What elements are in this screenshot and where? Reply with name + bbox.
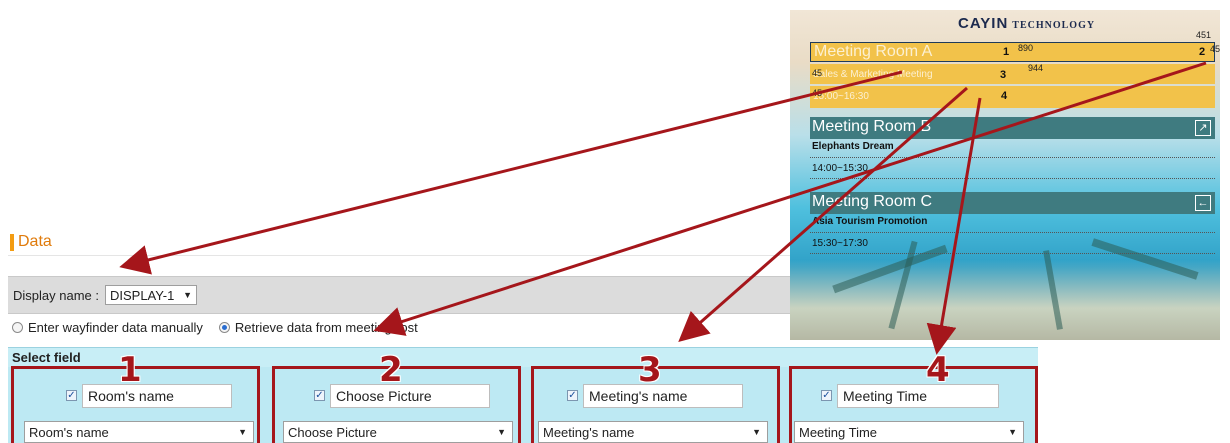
column-number: 1 bbox=[118, 350, 142, 390]
column-number: 3 bbox=[638, 350, 662, 390]
room-b-time: 14:00~15:30 bbox=[812, 163, 868, 174]
room-b-meeting: Elephants Dream bbox=[812, 141, 894, 152]
field-column-meeting-name: 3 ✓ Meeting's name Meeting's name ▼ bbox=[531, 353, 780, 443]
arrow-up-right-icon: ↗ bbox=[1195, 120, 1211, 136]
room-name-checkbox[interactable]: ✓ bbox=[66, 390, 77, 401]
meeting-time-checkbox[interactable]: ✓ bbox=[821, 390, 832, 401]
brand-main: CAYIN bbox=[958, 15, 1009, 32]
marker-3: 3 bbox=[1000, 69, 1007, 81]
dotted-divider bbox=[810, 178, 1215, 179]
chevron-down-icon: ▼ bbox=[238, 427, 247, 437]
beach-background bbox=[790, 260, 1220, 340]
meeting-time-label-box: Meeting Time bbox=[837, 384, 999, 408]
choose-picture-dropdown-value: Choose Picture bbox=[288, 424, 377, 440]
dim-right: 45 bbox=[1210, 44, 1220, 54]
chevron-down-icon: ▼ bbox=[497, 427, 506, 437]
dim-height-2: 45 bbox=[812, 88, 823, 98]
chevron-down-icon: ▼ bbox=[1008, 427, 1017, 437]
display-name-select[interactable]: DISPLAY-1 ▼ bbox=[104, 285, 197, 305]
radio-button-manual[interactable] bbox=[12, 322, 23, 333]
field-column-choose-picture: 2 ✓ Choose Picture Choose Picture ▼ bbox=[272, 353, 521, 443]
data-source-radios: Enter wayfinder data manually Retrieve d… bbox=[12, 320, 434, 335]
marker-2: 2 bbox=[1199, 46, 1206, 58]
dotted-divider bbox=[810, 157, 1215, 158]
select-field-title: Select field bbox=[12, 350, 81, 365]
section-heading: Data bbox=[10, 232, 52, 252]
arrow-room-name bbox=[119, 70, 903, 275]
dotted-divider bbox=[810, 232, 1215, 233]
choose-picture-checkbox[interactable]: ✓ bbox=[314, 390, 325, 401]
room-a-name: Meeting Room A bbox=[814, 43, 933, 60]
room-b-name: Meeting Room B bbox=[812, 118, 932, 135]
dim-width-1: 890 bbox=[1018, 43, 1034, 53]
meeting-name-dropdown-value: Meeting's name bbox=[543, 424, 635, 440]
meeting-name-checkbox[interactable]: ✓ bbox=[567, 390, 578, 401]
meeting-name-label-box: Meeting's name bbox=[583, 384, 743, 408]
room-c-time: 15:30~17:30 bbox=[812, 238, 868, 249]
radio-manual[interactable]: Enter wayfinder data manually bbox=[12, 320, 203, 335]
heading-accent-bar bbox=[10, 233, 14, 251]
marker-1: 1 bbox=[1003, 46, 1010, 58]
room-c-meeting: Asia Tourism Promotion bbox=[812, 216, 928, 227]
brand-sub: TECHNOLOGY bbox=[1012, 20, 1096, 31]
arrow-left-icon: ← bbox=[1195, 195, 1211, 211]
radio-label-meetingpost: Retrieve data from meetingPost bbox=[234, 320, 418, 335]
chevron-down-icon: ▼ bbox=[183, 290, 192, 300]
marker-4: 4 bbox=[1001, 90, 1008, 102]
display-name-value: DISPLAY-1 bbox=[109, 287, 175, 303]
dotted-divider bbox=[810, 253, 1215, 254]
choose-picture-dropdown[interactable]: Choose Picture ▼ bbox=[283, 421, 513, 443]
field-column-meeting-time: 4 ✓ Meeting Time Meeting Time ▼ bbox=[789, 353, 1038, 443]
section-title: Data bbox=[18, 233, 52, 250]
meeting-name-dropdown[interactable]: Meeting's name ▼ bbox=[538, 421, 768, 443]
room-a-meeting: Sales & Marketing Meeting bbox=[813, 69, 933, 80]
radio-meetingpost[interactable]: Retrieve data from meetingPost bbox=[218, 320, 418, 335]
column-number: 4 bbox=[926, 350, 950, 390]
room-name-dropdown[interactable]: Room's name ▼ bbox=[24, 421, 254, 443]
meeting-time-dropdown-value: Meeting Time bbox=[799, 424, 878, 440]
room-a-name-row: Meeting Room A bbox=[810, 42, 1215, 62]
cayin-logo: CAYIN TECHNOLOGY bbox=[958, 15, 1095, 32]
room-c-bar: Meeting Room C ← bbox=[810, 192, 1215, 214]
display-name-label: Display name : bbox=[13, 287, 99, 303]
field-column-room-name: 1 ✓ Room's name Room's name ▼ bbox=[11, 353, 260, 443]
meeting-time-dropdown[interactable]: Meeting Time ▼ bbox=[794, 421, 1024, 443]
wayfinder-preview: CAYIN TECHNOLOGY Meeting Room A Sales & M… bbox=[790, 10, 1220, 340]
choose-picture-label-box: Choose Picture bbox=[330, 384, 490, 408]
room-a-meeting-row: Sales & Marketing Meeting bbox=[810, 64, 1215, 84]
dim-top: 451 bbox=[1196, 30, 1212, 40]
room-a-time-row: 15:00~16:30 bbox=[810, 86, 1215, 108]
radio-label-manual: Enter wayfinder data manually bbox=[28, 320, 203, 335]
dim-width-2: 944 bbox=[1028, 63, 1044, 73]
room-name-label-box: Room's name bbox=[82, 384, 232, 408]
room-c-name: Meeting Room C bbox=[812, 193, 933, 210]
chevron-down-icon: ▼ bbox=[752, 427, 761, 437]
select-field-header: Select field bbox=[8, 347, 1038, 368]
room-name-dropdown-value: Room's name bbox=[29, 424, 109, 440]
radio-button-meetingpost[interactable] bbox=[218, 322, 230, 333]
room-b-bar: Meeting Room B ↗ bbox=[810, 117, 1215, 139]
dim-height-1: 45 bbox=[812, 68, 823, 78]
column-number: 2 bbox=[379, 350, 403, 390]
